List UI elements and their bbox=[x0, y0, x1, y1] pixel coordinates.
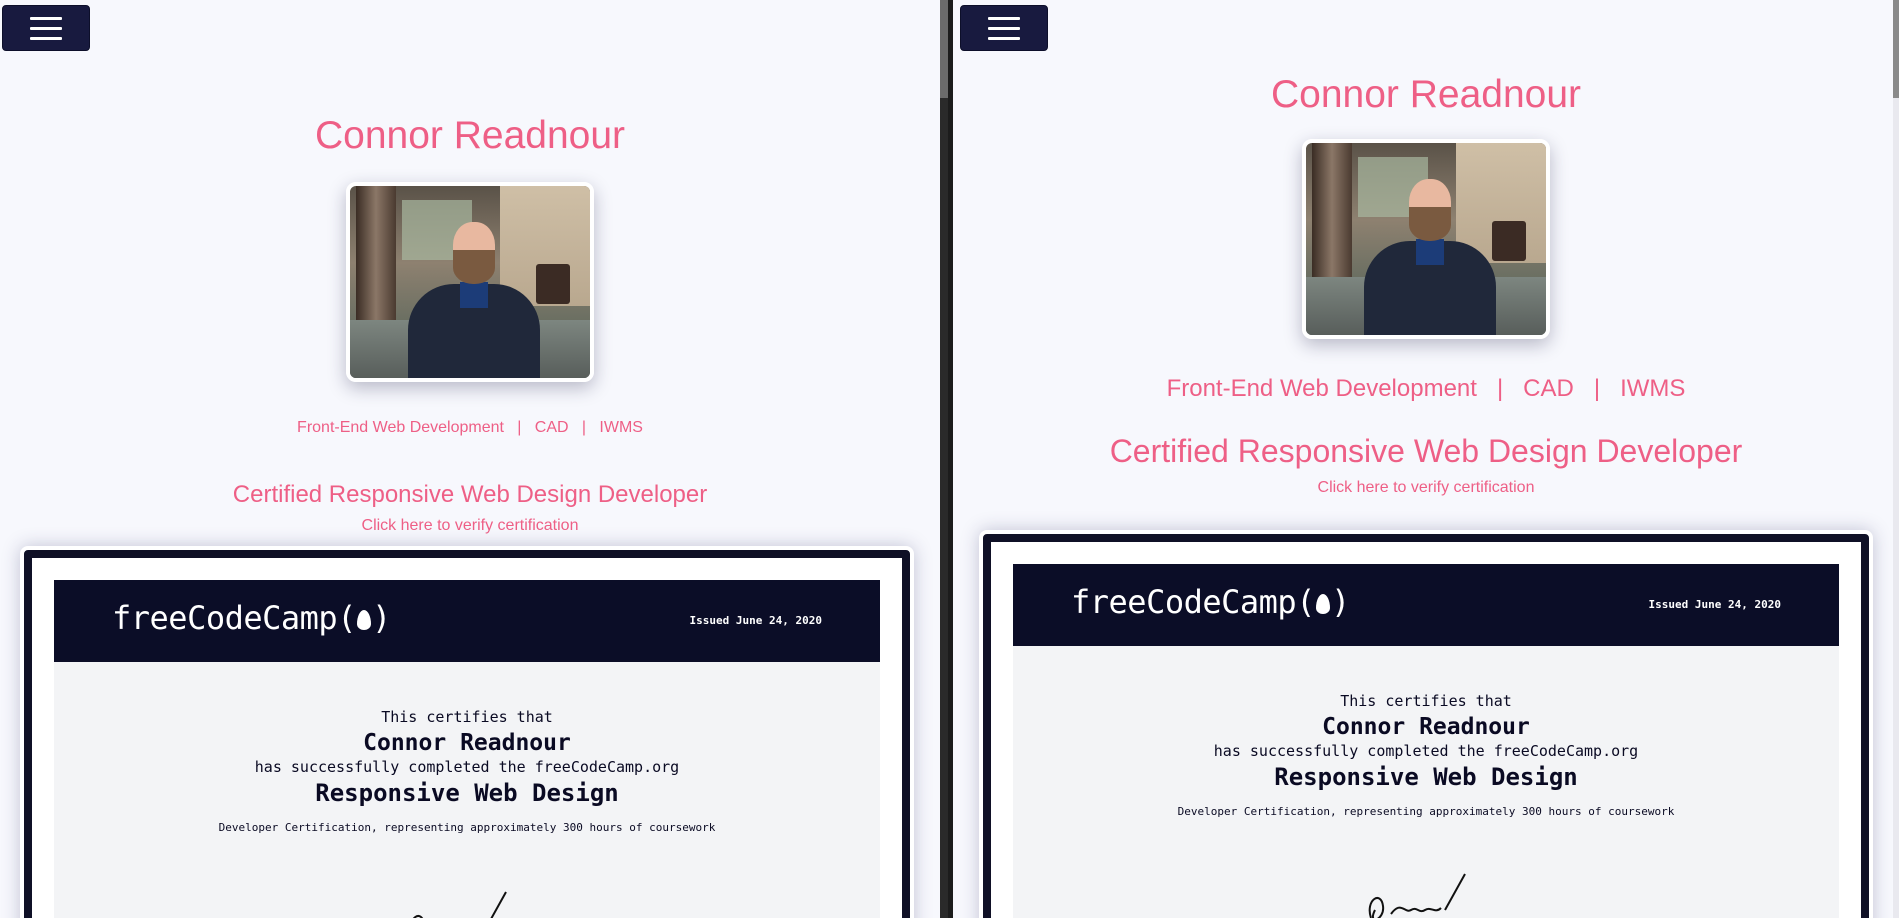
certification-title: Certified Responsive Web Design Develope… bbox=[1109, 433, 1743, 469]
menu-icon-bar bbox=[988, 26, 1020, 30]
left-scrollbar-thumb[interactable] bbox=[940, 0, 948, 98]
menu-icon-bar bbox=[30, 26, 62, 30]
certificate-body: This certifies that Connor Readnour has … bbox=[54, 662, 880, 834]
menu-icon-bar bbox=[988, 36, 1020, 40]
menu-icon-bar bbox=[30, 16, 62, 20]
menu-icon-bar bbox=[30, 36, 62, 40]
left-viewport: Connor Readnour Front-End Web Developmen… bbox=[0, 0, 940, 918]
cert-intro-text: This certifies that bbox=[1340, 692, 1512, 710]
profile-name: Connor Readnour bbox=[314, 114, 626, 157]
skills-list: Front-End Web Development | CAD | IWMS bbox=[1166, 375, 1686, 402]
certificate-body: This certifies that Connor Readnour has … bbox=[1013, 646, 1839, 818]
menu-icon-bar bbox=[988, 16, 1020, 20]
right-viewport: Connor Readnour Front-End Web Developmen… bbox=[953, 0, 1899, 918]
freecodecamp-logo: freeCodeCamp() bbox=[1071, 583, 1350, 621]
right-scrollbar-thumb[interactable] bbox=[1893, 0, 1899, 98]
hamburger-menu-button[interactable] bbox=[960, 5, 1048, 51]
certificate-frame: freeCodeCamp() Issued June 24, 2020 This… bbox=[20, 546, 914, 918]
certification-title: Certified Responsive Web Design Develope… bbox=[232, 481, 708, 508]
cert-course-name: Responsive Web Design bbox=[1274, 763, 1578, 791]
certificate: freeCodeCamp() Issued June 24, 2020 This… bbox=[991, 542, 1861, 918]
certificate-inner: freeCodeCamp() Issued June 24, 2020 This… bbox=[1013, 564, 1839, 918]
verify-certification-link[interactable]: Click here to verify certification bbox=[0, 517, 940, 535]
signature-image bbox=[1368, 873, 1466, 918]
issued-date: Issued June 24, 2020 bbox=[1648, 598, 1781, 611]
profile-photo bbox=[1302, 139, 1550, 339]
cert-course-name: Responsive Web Design bbox=[315, 779, 619, 807]
cert-completion-text: has successfully completed the freeCodeC… bbox=[254, 758, 680, 776]
verify-certification-link[interactable]: Click here to verify certification bbox=[953, 479, 1899, 497]
certificate-inner: freeCodeCamp() Issued June 24, 2020 This… bbox=[54, 580, 880, 918]
certificate-header: freeCodeCamp() Issued June 24, 2020 bbox=[54, 580, 880, 662]
cert-recipient-name: Connor Readnour bbox=[1322, 714, 1530, 740]
hamburger-menu-button[interactable] bbox=[2, 5, 90, 51]
cert-recipient-name: Connor Readnour bbox=[363, 730, 571, 756]
freecodecamp-logo: freeCodeCamp() bbox=[112, 599, 391, 637]
cert-intro-text: This certifies that bbox=[381, 708, 553, 726]
right-scrollbar[interactable] bbox=[1893, 0, 1899, 918]
issued-date: Issued June 24, 2020 bbox=[689, 614, 822, 627]
profile-name: Connor Readnour bbox=[1270, 73, 1582, 116]
flame-icon bbox=[1315, 594, 1330, 614]
certificate: freeCodeCamp() Issued June 24, 2020 This… bbox=[32, 558, 902, 918]
cert-description: Developer Certification, representing ap… bbox=[218, 821, 716, 834]
cert-description: Developer Certification, representing ap… bbox=[1177, 805, 1675, 818]
cert-completion-text: has successfully completed the freeCodeC… bbox=[1213, 742, 1639, 760]
certificate-header: freeCodeCamp() Issued June 24, 2020 bbox=[1013, 564, 1839, 646]
profile-photo bbox=[346, 182, 594, 382]
certificate-frame: freeCodeCamp() Issued June 24, 2020 This… bbox=[979, 530, 1873, 918]
signature-image bbox=[413, 891, 507, 918]
skills-list: Front-End Web Development | CAD | IWMS bbox=[297, 419, 643, 436]
flame-icon bbox=[356, 610, 371, 630]
split-divider[interactable] bbox=[940, 0, 953, 918]
